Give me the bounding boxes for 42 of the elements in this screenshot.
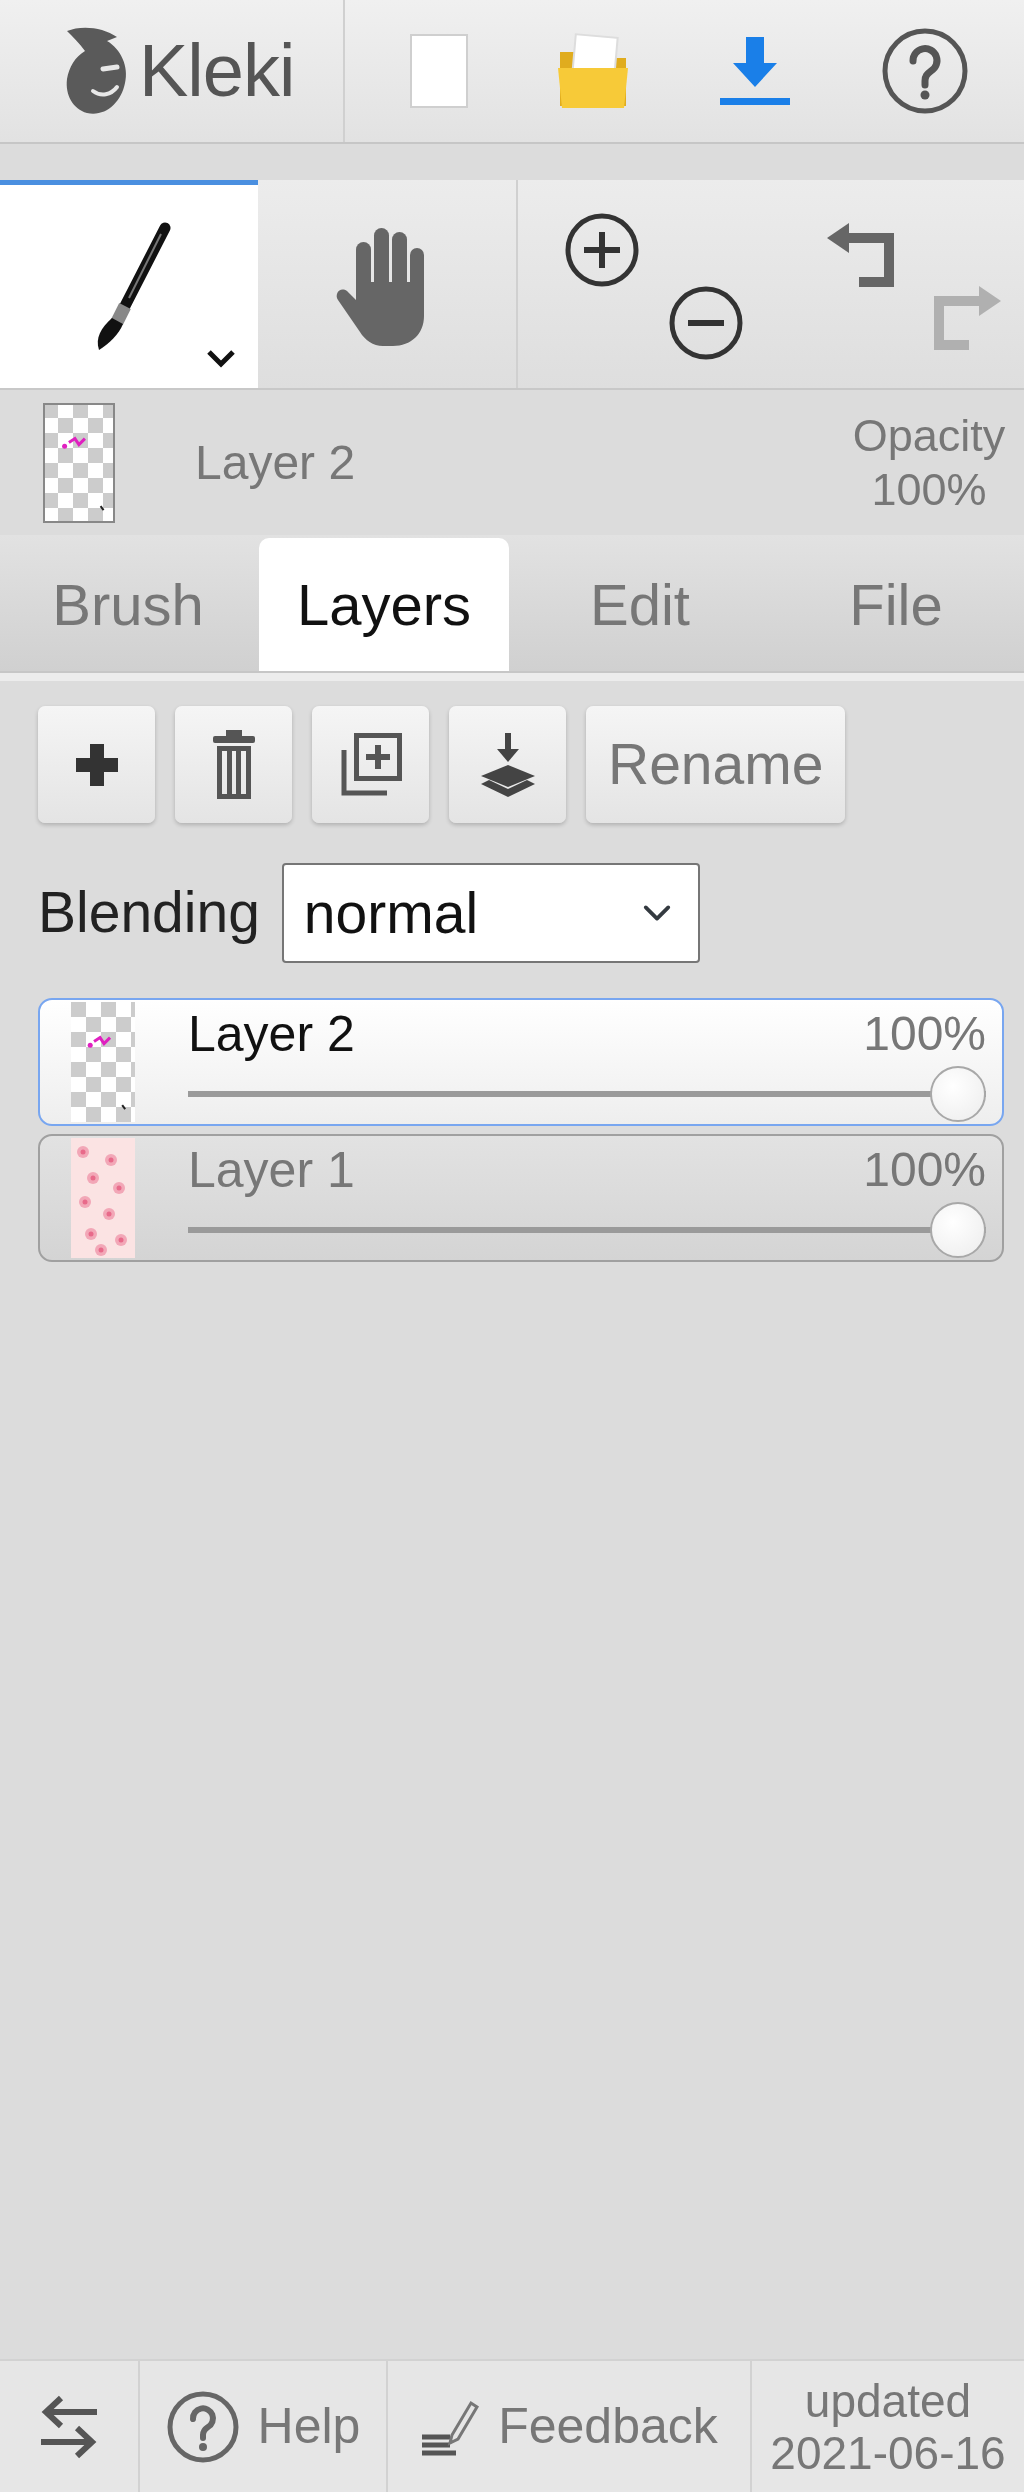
tab[interactable]: Edit: [515, 538, 765, 671]
layer-name: Layer 2: [188, 1009, 355, 1059]
duplicate-layer-button[interactable]: [312, 706, 429, 823]
updated-label: updated: [804, 2374, 972, 2427]
zoom-out-button[interactable]: [668, 285, 744, 361]
plus-circle-icon: [564, 212, 640, 288]
slider-thumb[interactable]: [930, 1066, 986, 1122]
download-icon: [719, 35, 792, 107]
brush-tool-button[interactable]: [0, 180, 258, 388]
opacity-label: Opacity: [852, 408, 1006, 463]
layer-opacity-value: 100%: [863, 1010, 986, 1058]
current-layer-name: Layer 2: [195, 434, 357, 491]
opacity-value: 100%: [871, 462, 987, 517]
tab[interactable]: Layers: [259, 538, 509, 671]
layer-opacity-value: 100%: [863, 1146, 986, 1194]
tab[interactable]: Brush: [3, 538, 253, 671]
merge-down-button[interactable]: [449, 706, 566, 823]
help-icon: [881, 27, 970, 115]
add-layer-button[interactable]: [38, 706, 155, 823]
layer-row[interactable]: Layer 2 100%: [38, 998, 1004, 1126]
rename-button[interactable]: Rename: [586, 706, 846, 823]
trash-icon: [211, 729, 256, 800]
help-icon: [165, 2389, 240, 2464]
download-button[interactable]: [719, 35, 792, 107]
delete-layer-button[interactable]: [175, 706, 292, 823]
minus-circle-icon: [668, 285, 744, 361]
tab[interactable]: File: [771, 538, 1021, 671]
blend-mode-select[interactable]: normal: [281, 863, 700, 963]
blending-label: Blending: [38, 879, 260, 947]
updated-date: 2021-06-16: [770, 2426, 1006, 2479]
feedback-button[interactable]: Feedback: [388, 2361, 752, 2492]
zoom-in-button[interactable]: [564, 212, 640, 288]
help-button[interactable]: Help: [140, 2361, 388, 2492]
folder-icon: [557, 32, 630, 110]
blank-page-icon: [409, 34, 468, 108]
slider-thumb[interactable]: [930, 1202, 986, 1258]
plus-icon: [73, 741, 120, 788]
logo-text: Kleki: [139, 34, 295, 108]
layer-row[interactable]: Layer 1 100%: [38, 1134, 1004, 1262]
help-button[interactable]: [881, 27, 970, 115]
chevron-down-icon: [206, 348, 236, 368]
layer-name: Layer 1: [188, 1145, 355, 1195]
